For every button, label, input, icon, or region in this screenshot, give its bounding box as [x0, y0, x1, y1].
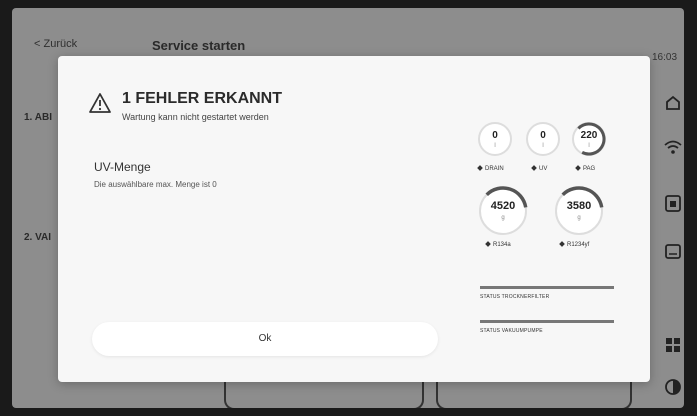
printer-icon[interactable] [662, 240, 684, 262]
gauge-uv-label: UV [531, 165, 547, 172]
gauge-r1234yf-unit: g [577, 215, 581, 221]
gauge-drain-value: 0 [492, 130, 498, 141]
dryer-status-bar [480, 286, 614, 289]
gauge-uv: 0 l [524, 120, 562, 164]
gauge-r134a-unit: g [501, 215, 505, 221]
error-subtitle: Wartung kann nicht gestartet werden [122, 112, 269, 122]
back-link[interactable]: < Zurück [34, 38, 77, 50]
gauge-r1234yf-value: 3580 [566, 200, 592, 212]
warning-icon [88, 92, 112, 114]
step-2-label: 2. VAI [24, 232, 52, 243]
gauge-r1234yf-label: R1234yf [559, 241, 589, 248]
wifi-icon[interactable] [662, 136, 684, 158]
page-title: Service starten [152, 38, 246, 53]
gauge-pag-value: 220 [580, 130, 598, 141]
gauge-pag-label: PAG [575, 165, 595, 172]
gauge-r134a-value: 4520 [490, 200, 516, 212]
field-message: Die auswählbare max. Menge ist 0 [94, 180, 217, 189]
ok-button[interactable]: Ok [92, 322, 438, 356]
screen: < Zurück Service starten 16:03 1. ABI 2.… [12, 8, 684, 408]
gauge-r134a: 4520 g [476, 184, 530, 238]
device-icon[interactable] [662, 192, 684, 214]
pump-status-label: STATUS VAKUUMPUMPE [480, 328, 543, 334]
gauge-drain-unit: l [494, 143, 496, 149]
home-icon[interactable] [662, 92, 684, 114]
dryer-status-label: STATUS TROCKNERFILTER [480, 294, 550, 300]
gauge-uv-value: 0 [540, 130, 546, 141]
gauge-pag: 220 l [570, 120, 608, 164]
grid-icon[interactable] [662, 334, 684, 356]
error-dialog: 1 FEHLER ERKANNT Wartung kann nicht gest… [58, 56, 650, 382]
gauge-drain-label: DRAIN [477, 165, 504, 172]
gauge-pag-unit: l [588, 143, 590, 149]
gauge-drain: 0 l [476, 120, 514, 164]
gauge-r134a-label: R134a [485, 241, 511, 248]
contrast-icon[interactable] [662, 376, 684, 398]
field-label: UV-Menge [94, 160, 151, 174]
clock: 16:03 [652, 52, 678, 63]
gauge-r1234yf: 3580 g [552, 184, 606, 238]
error-title: 1 FEHLER ERKANNT [122, 90, 283, 107]
step-1-label: 1. ABI [24, 112, 52, 123]
gauge-uv-unit: l [542, 143, 544, 149]
pump-status-bar [480, 320, 614, 323]
